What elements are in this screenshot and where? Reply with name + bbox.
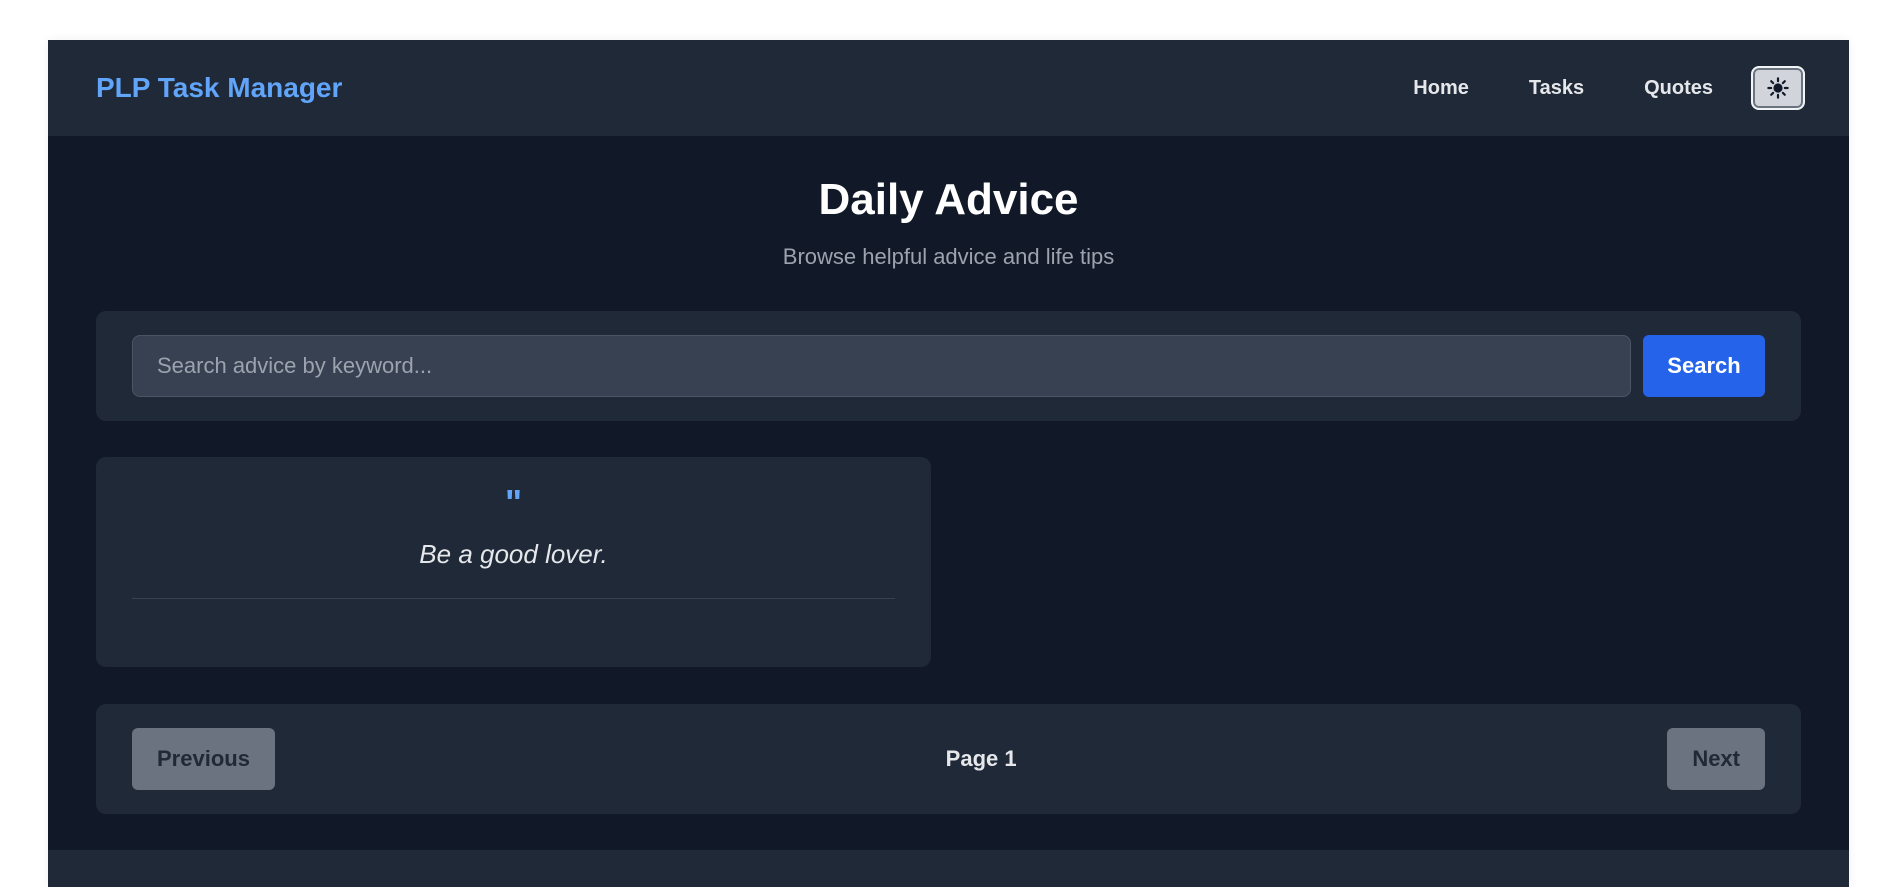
advice-card: " Be a good lover. xyxy=(96,457,931,667)
search-button[interactable]: Search xyxy=(1643,335,1765,397)
nav-links: Home Tasks Quotes xyxy=(1413,66,1805,110)
page-title: Daily Advice xyxy=(818,175,1079,224)
search-panel: Search xyxy=(96,311,1801,421)
app-container: PLP Task Manager Home Tasks Quotes Daily… xyxy=(48,40,1849,887)
page-header: Daily Advice Browse helpful advice and l… xyxy=(48,136,1849,270)
page-subtitle: Browse helpful advice and life tips xyxy=(782,244,1115,270)
advice-text: Be a good lover. xyxy=(419,539,608,569)
search-input[interactable] xyxy=(132,335,1631,397)
navbar: PLP Task Manager Home Tasks Quotes xyxy=(48,40,1849,136)
pagination: Previous Page 1 Next xyxy=(96,704,1801,814)
theme-toggle-button[interactable] xyxy=(1751,66,1805,110)
next-button[interactable]: Next xyxy=(1667,728,1765,790)
card-divider xyxy=(132,598,895,599)
sun-icon xyxy=(1767,77,1789,99)
nav-link-quotes[interactable]: Quotes xyxy=(1644,77,1713,100)
quote-mark-icon: " xyxy=(504,482,523,523)
nav-link-home[interactable]: Home xyxy=(1413,77,1469,100)
previous-button[interactable]: Previous xyxy=(132,728,275,790)
nav-link-tasks[interactable]: Tasks xyxy=(1529,77,1584,100)
brand-logo[interactable]: PLP Task Manager xyxy=(96,72,342,104)
page-indicator: Page 1 xyxy=(945,746,1017,771)
footer xyxy=(48,850,1849,887)
